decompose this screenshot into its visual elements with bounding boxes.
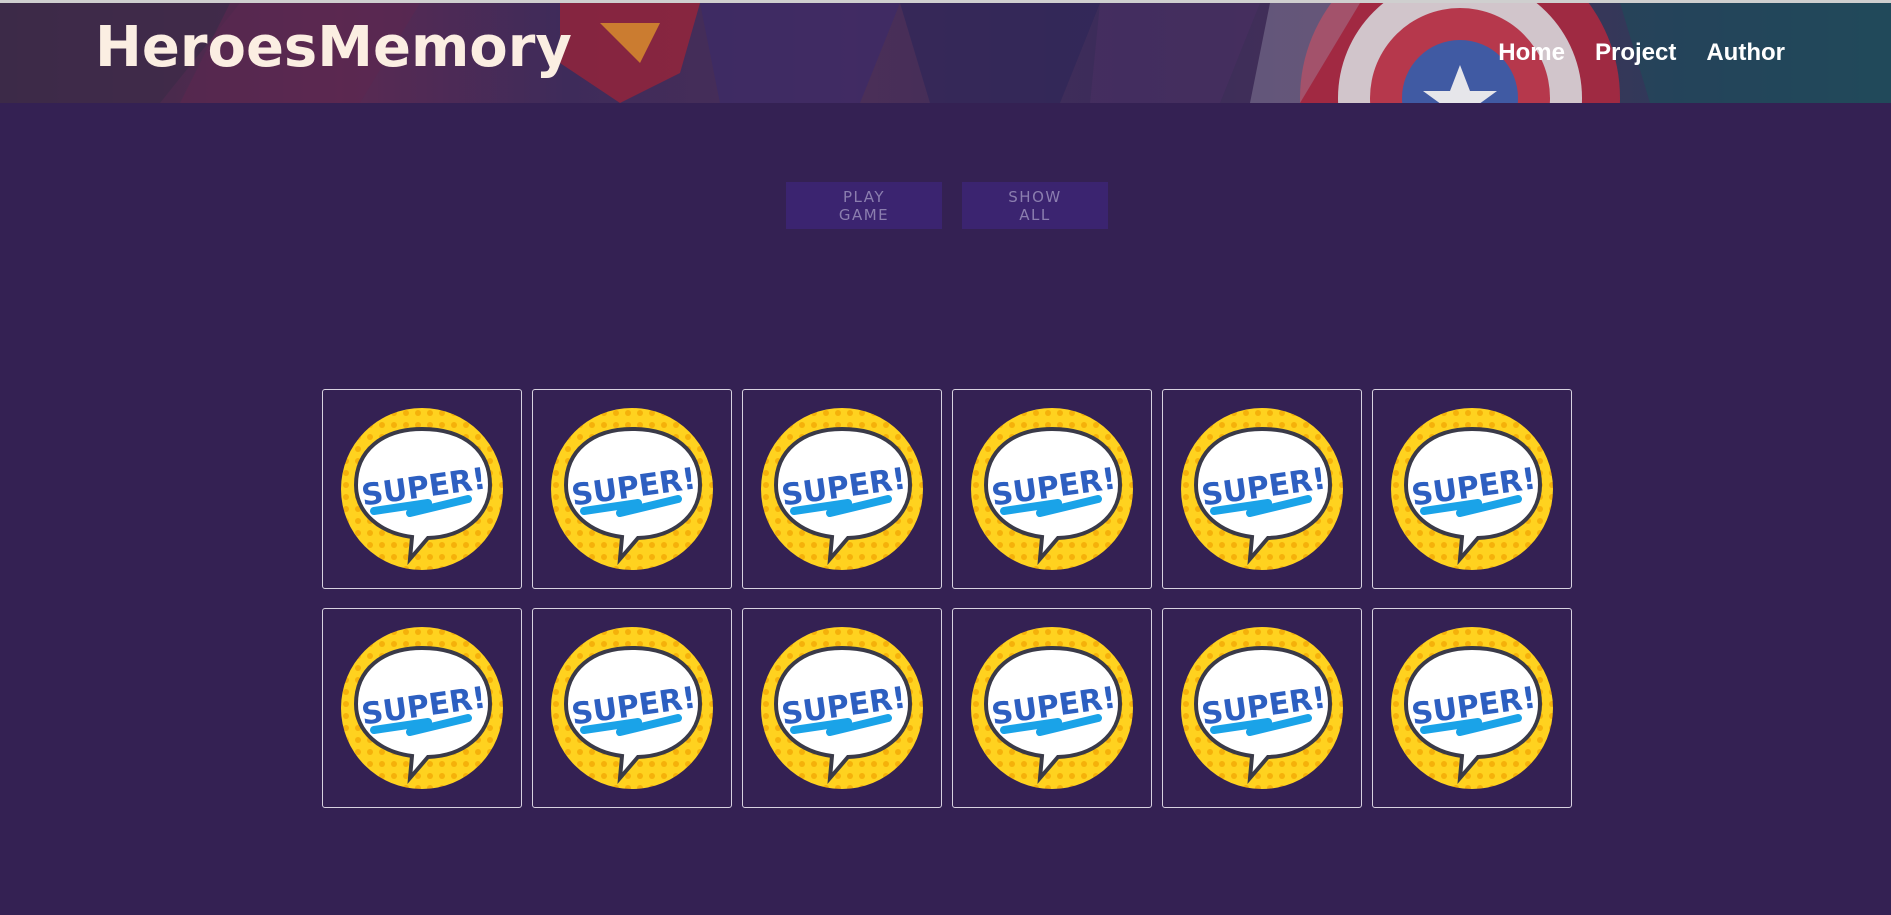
- memory-card[interactable]: SUPER!: [532, 389, 732, 589]
- memory-card[interactable]: SUPER!: [742, 608, 942, 808]
- super-badge-icon: SUPER!: [1181, 627, 1343, 789]
- memory-card[interactable]: SUPER!: [322, 389, 522, 589]
- memory-card[interactable]: SUPER!: [1162, 608, 1362, 808]
- play-game-button[interactable]: PLAY GAME: [786, 182, 942, 229]
- super-badge-icon: SUPER!: [341, 627, 503, 789]
- nav-author-link[interactable]: Author: [1706, 39, 1785, 67]
- memory-card[interactable]: SUPER!: [742, 389, 942, 589]
- card-grid: SUPER! SUPER! SUPER! SUPER! SUPER! SUPER! SUPE…: [322, 389, 1572, 808]
- memory-card[interactable]: SUPER!: [1372, 389, 1572, 589]
- super-badge-icon: SUPER!: [1391, 627, 1553, 789]
- memory-card[interactable]: SUPER!: [952, 608, 1152, 808]
- main-nav: Home Project Author: [1498, 39, 1785, 67]
- super-badge-icon: SUPER!: [551, 408, 713, 570]
- super-badge-icon: SUPER!: [761, 627, 923, 789]
- site-brand[interactable]: HeroesMemory: [95, 15, 572, 80]
- super-badge-icon: SUPER!: [1181, 408, 1343, 570]
- memory-card[interactable]: SUPER!: [1372, 608, 1572, 808]
- site-header: HeroesMemory Home Project Author: [0, 3, 1891, 103]
- memory-card[interactable]: SUPER!: [952, 389, 1152, 589]
- nav-project-link[interactable]: Project: [1595, 39, 1676, 67]
- super-badge-icon: SUPER!: [971, 408, 1133, 570]
- super-badge-icon: SUPER!: [341, 408, 503, 570]
- super-badge-icon: SUPER!: [761, 408, 923, 570]
- super-badge-icon: SUPER!: [971, 627, 1133, 789]
- memory-card[interactable]: SUPER!: [1162, 389, 1362, 589]
- memory-card[interactable]: SUPER!: [322, 608, 522, 808]
- memory-card[interactable]: SUPER!: [532, 608, 732, 808]
- nav-home-link[interactable]: Home: [1498, 39, 1565, 67]
- super-badge-icon: SUPER!: [1391, 408, 1553, 570]
- game-controls: PLAY GAME SHOW ALL: [786, 182, 1108, 229]
- show-all-button[interactable]: SHOW ALL: [962, 182, 1108, 229]
- super-badge-icon: SUPER!: [551, 627, 713, 789]
